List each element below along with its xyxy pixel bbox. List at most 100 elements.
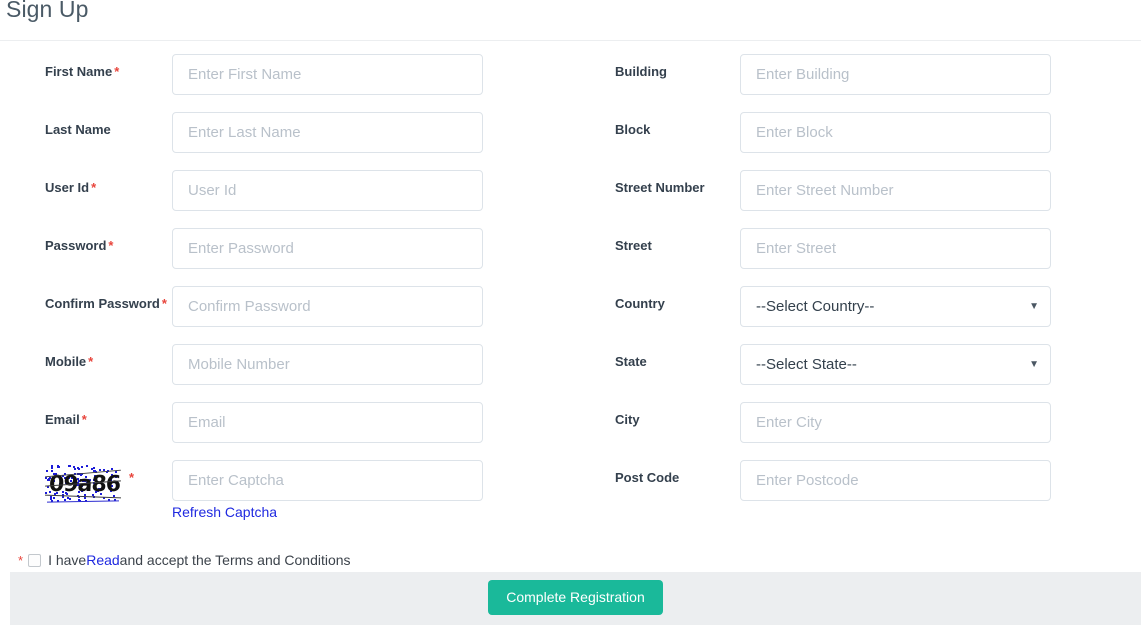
form-row: City [570,389,1141,447]
form-row: User Id* [0,157,570,215]
form-row: Block [570,99,1141,157]
input-building[interactable] [740,54,1051,95]
form-row: Email* [0,389,570,447]
select-value-state[interactable]: --Select State-- [740,344,1051,385]
input-first-name[interactable] [172,54,483,95]
form-row: State --Select State--▼ [570,331,1141,389]
input-user-id[interactable] [172,170,483,211]
form-row: Confirm Password* [0,273,570,331]
field-label-text: Last Name [45,122,111,137]
captcha-label: 09a86 * [0,447,172,503]
field-control [172,41,483,95]
field-label-confirm-password: Confirm Password* [0,273,172,312]
input-street[interactable] [740,228,1051,269]
captcha-row: 09a86 * Refresh Captcha [0,447,570,505]
input-block[interactable] [740,112,1051,153]
field-control [740,215,1051,269]
field-control [740,99,1051,153]
input-confirm-password[interactable] [172,286,483,327]
page-title: Sign Up [6,0,89,23]
form-row: Country --Select Country--▼ [570,273,1141,331]
field-label-text: Post Code [615,470,679,485]
input-street-number[interactable] [740,170,1051,211]
field-label-text: City [615,412,640,427]
required-asterisk: * [162,296,167,311]
complete-registration-button[interactable]: Complete Registration [488,580,663,615]
terms-required-asterisk: * [18,553,23,568]
field-control [740,389,1051,443]
terms-read-link[interactable]: Read [86,552,119,568]
field-control [172,331,483,385]
input-mobile[interactable] [172,344,483,385]
captcha-control: Refresh Captcha [172,447,483,501]
field-label-street-number: Street Number [570,157,740,196]
input-password[interactable] [172,228,483,269]
field-control [172,99,483,153]
terms-row: * I have Read and accept the Terms and C… [18,552,351,568]
select-value-country[interactable]: --Select Country-- [740,286,1051,327]
field-control: --Select State--▼ [740,331,1051,385]
input-post-code[interactable] [740,460,1051,501]
form-row: Street [570,215,1141,273]
field-label-post-code: Post Code [570,447,740,486]
terms-text-before: I have [48,552,86,568]
field-label-mobile: Mobile* [0,331,172,370]
field-control [172,215,483,269]
form-column-right: Building Block Street Number Street Country -… [570,41,1141,505]
field-label-city: City [570,389,740,428]
terms-checkbox[interactable] [28,554,41,567]
field-label-text: State [615,354,647,369]
field-label-last-name: Last Name [0,99,172,138]
signup-form: First Name*Last NameUser Id*Password*Con… [0,41,1141,572]
field-label-text: Block [615,122,650,137]
select-country[interactable]: --Select Country--▼ [740,286,1051,327]
captcha-image: 09a86 [45,465,121,503]
field-label-text: Email [45,412,80,427]
refresh-captcha-link[interactable]: Refresh Captcha [172,504,277,520]
field-label-text: Mobile [45,354,86,369]
required-asterisk: * [129,465,134,485]
field-label-text: Street [615,238,652,253]
required-asterisk: * [88,354,93,369]
input-email[interactable] [172,402,483,443]
field-label-first-name: First Name* [0,41,172,80]
field-control [740,41,1051,95]
field-label-state: State [570,331,740,370]
form-column-left: First Name*Last NameUser Id*Password*Con… [0,41,570,505]
field-label-user-id: User Id* [0,157,172,196]
form-row: Street Number [570,157,1141,215]
field-label-text: User Id [45,180,89,195]
form-row: Building [570,41,1141,99]
form-row: Password* [0,215,570,273]
field-label-block: Block [570,99,740,138]
field-control [740,447,1051,501]
field-label-text: Password [45,238,106,253]
field-label-text: Building [615,64,667,79]
form-row: Post Code [570,447,1141,505]
field-label-text: Confirm Password [45,296,160,311]
page-footer: Complete Registration [10,572,1141,625]
form-row: Mobile* [0,331,570,389]
field-label-password: Password* [0,215,172,254]
field-label-text: Street Number [615,180,705,195]
form-row: First Name* [0,41,570,99]
field-label-text: First Name [45,64,112,79]
signup-page: Sign Up First Name*Last NameUser Id*Pass… [0,0,1141,625]
field-control: --Select Country--▼ [740,273,1051,327]
select-state[interactable]: --Select State--▼ [740,344,1051,385]
required-asterisk: * [91,180,96,195]
required-asterisk: * [114,64,119,79]
input-last-name[interactable] [172,112,483,153]
field-label-country: Country [570,273,740,312]
field-label-street: Street [570,215,740,254]
required-asterisk: * [82,412,87,427]
input-city[interactable] [740,402,1051,443]
field-control [172,157,483,211]
terms-text-after: and accept the Terms and Conditions [120,552,351,568]
input-captcha[interactable] [172,460,483,501]
field-control [172,389,483,443]
page-header: Sign Up [0,0,1141,41]
field-control [172,273,483,327]
field-label-text: Country [615,296,665,311]
form-row: Last Name [0,99,570,157]
